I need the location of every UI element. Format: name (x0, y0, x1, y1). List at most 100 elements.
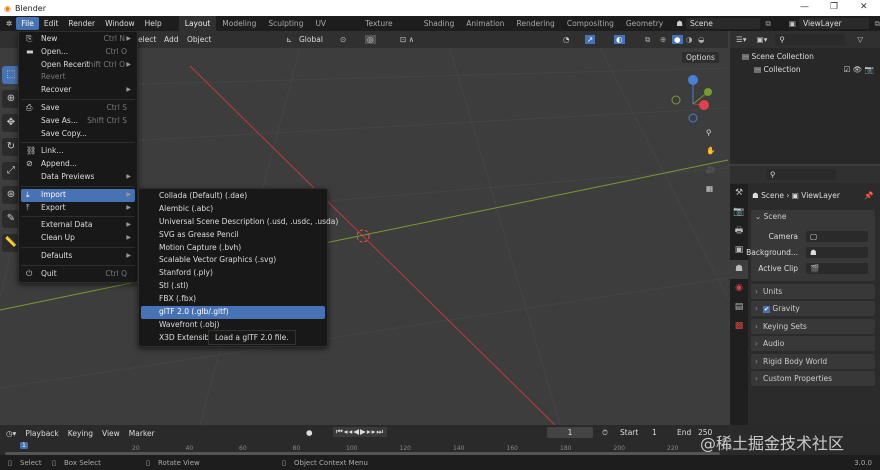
zoom-icon[interactable]: ⚲ (706, 128, 712, 137)
file-menu-item-export[interactable]: ⤒ Export ▶ (21, 202, 135, 215)
file-menu-item-clean-up[interactable]: Clean Up ▶ (21, 232, 135, 245)
output-tab-icon[interactable]: 🖶 (730, 222, 748, 241)
menu-render[interactable]: Render (63, 17, 100, 30)
file-menu-item-revert[interactable]: Revert (21, 71, 135, 84)
import-item[interactable]: Universal Scene Description (.usd, .usdc… (139, 216, 338, 229)
tab-modeling[interactable]: Modeling (216, 16, 262, 31)
collection-tab-icon[interactable]: ▤ (730, 298, 748, 317)
file-menu-item-recover[interactable]: Recover ▶ (21, 84, 135, 97)
filter-icon[interactable]: ▽ (857, 35, 863, 44)
units-panel[interactable]: Units (751, 284, 875, 299)
view-layer-icon[interactable]: ▣ (789, 19, 796, 28)
overlay-toggle-icon[interactable]: ◐ (614, 35, 625, 44)
visibility-icon[interactable]: ◔ (563, 35, 570, 44)
marker-menu[interactable]: Marker (129, 429, 155, 438)
file-menu-item-external-data[interactable]: External Data ▶ (21, 219, 135, 232)
import-item[interactable]: Alembic (.abc) (139, 203, 327, 216)
import-item[interactable]: Stanford (.ply) (139, 267, 327, 280)
outliner-item-scene-collection[interactable]: ▤ Scene Collection (742, 52, 814, 61)
auto-keying-button[interactable]: ● (306, 428, 313, 437)
current-frame-indicator[interactable]: 1 (20, 442, 28, 449)
pivot-icon[interactable]: ⊙ (340, 35, 346, 44)
file-menu-item-defaults[interactable]: Defaults ▶ (21, 250, 135, 263)
import-item[interactable]: SVG as Grease Pencil (139, 229, 327, 242)
shading-solid-icon[interactable]: ● (672, 35, 683, 44)
menu-edit[interactable]: Edit (39, 17, 64, 30)
properties-search[interactable]: ⚲ (766, 169, 836, 180)
active-clip-field[interactable]: 🎬 (806, 263, 868, 274)
file-menu-item-save-copy[interactable]: Save Copy... (21, 128, 135, 141)
camera-field[interactable]: ▢ (806, 231, 868, 242)
audio-panel[interactable]: Audio (751, 336, 875, 351)
camera-view-icon[interactable]: 🎥 (706, 165, 715, 174)
tab-texture-paint[interactable]: Texture Paint (359, 16, 418, 43)
import-item[interactable]: FBX (.fbx) (139, 293, 327, 306)
file-menu-item-import[interactable]: ⤓ Import ▶ (21, 188, 135, 202)
file-menu-item-new[interactable]: ⎘ New Ctrl N ▶ (21, 33, 135, 46)
menu-file[interactable]: File (16, 17, 39, 30)
file-menu-item-open[interactable]: ▬ Open... Ctrl O (21, 46, 135, 59)
current-frame-field[interactable]: 1 (547, 427, 593, 438)
tab-geometry-nodes[interactable]: Geometry Nod (620, 16, 673, 31)
snap-icon[interactable]: ◎ (365, 35, 376, 44)
import-item[interactable]: glTF 2.0 (.glb/.gltf) (141, 306, 325, 319)
visibility-checkbox-icon[interactable]: ☑ 👁 📷 (844, 65, 874, 74)
orientation-dropdown[interactable]: Global (299, 35, 323, 44)
pan-hand-icon[interactable]: ✋ (706, 146, 715, 155)
proportional-edit-icon[interactable]: ⊡ ∧ (400, 35, 414, 44)
gravity-panel[interactable]: ✔ Gravity (751, 301, 875, 316)
texture-tab-icon[interactable]: ▩ (730, 317, 748, 336)
rigid-body-world-panel[interactable]: Rigid Body World (751, 354, 875, 369)
outliner-item-collection[interactable]: ▤ Collection ☑ 👁 📷 (754, 65, 874, 74)
shading-material-icon[interactable]: ◑ (686, 35, 693, 44)
options-dropdown[interactable]: Options (682, 52, 719, 63)
scene-field[interactable]: Scene (686, 18, 760, 29)
maximize-button[interactable]: ❐ (830, 2, 838, 12)
menu-help[interactable]: Help (140, 17, 167, 30)
import-item[interactable]: Scalable Vector Graphics (.svg) (139, 254, 327, 267)
object-menu[interactable]: Object (187, 35, 211, 44)
gizmo-toggle-icon[interactable]: ↗ (585, 35, 596, 44)
blender-menu-icon[interactable]: ✲ (0, 19, 16, 28)
file-menu-item-append[interactable]: ⊘ Append... (21, 158, 135, 171)
background-scene-field[interactable]: ☗ (806, 247, 868, 258)
new-view-layer-icon[interactable]: ⧉ (875, 19, 880, 29)
import-item[interactable]: Motion Capture (.bvh) (139, 242, 327, 255)
start-frame-field[interactable]: 1 (652, 428, 657, 437)
display-mode-icon[interactable]: ☰▾ (736, 35, 747, 44)
tab-shading[interactable]: Shading (418, 16, 460, 31)
file-menu-item-quit[interactable]: ⏻ Quit Ctrl Q (21, 268, 135, 281)
add-menu[interactable]: Add (164, 35, 179, 44)
view-layer-field[interactable]: ViewLayer (798, 18, 869, 29)
import-item[interactable]: Stl (.stl) (139, 280, 327, 293)
playback-controls[interactable]: ⏮◂◂◀▶▸▸⏭ (333, 427, 388, 437)
tab-uv-editing[interactable]: UV Editing (309, 16, 359, 43)
scene-icon[interactable]: ☗ (676, 19, 683, 28)
world-tab-icon[interactable]: ◉ (730, 279, 748, 298)
outliner-search[interactable]: ⚲ (775, 34, 846, 45)
file-menu-item-link[interactable]: ⛓ Link... (21, 145, 135, 158)
import-item[interactable]: Collada (Default) (.dae) (139, 190, 327, 203)
render-tab-icon[interactable]: 📷 (730, 203, 748, 222)
editor-type-icon[interactable]: ◷▾ (6, 429, 16, 438)
shading-rendered-icon[interactable]: ◒ (698, 35, 705, 44)
file-menu-item-save-as[interactable]: Save As... Shift Ctrl S (21, 115, 135, 128)
scene-tab-icon[interactable]: ☗ (730, 260, 748, 279)
keying-menu[interactable]: Keying (68, 429, 93, 438)
new-scene-icon[interactable]: ⧉ (766, 19, 771, 29)
scene-panel-header[interactable]: ⌄ Scene (751, 210, 875, 221)
file-menu-item-open-recent[interactable]: Open Recent Shift Ctrl O ▶ (21, 59, 135, 72)
file-menu-item-save[interactable]: ⎙ Save Ctrl S (21, 102, 135, 115)
perspective-icon[interactable]: ▦ (706, 184, 713, 193)
filter-view-icon[interactable]: ▣▾ (757, 35, 768, 44)
close-button[interactable]: ✕ (860, 2, 868, 12)
tab-compositing[interactable]: Compositing (561, 16, 620, 31)
tab-layout[interactable]: Layout (178, 16, 217, 31)
keying-sets-panel[interactable]: Keying Sets (751, 319, 875, 334)
minimize-button[interactable]: — (800, 2, 809, 12)
shading-wireframe-icon[interactable]: ⊕ (660, 35, 666, 44)
custom-properties-panel[interactable]: Custom Properties (751, 371, 875, 386)
xray-icon[interactable]: ⧉ (645, 35, 650, 45)
view-menu[interactable]: View (102, 429, 120, 438)
tab-sculpting[interactable]: Sculpting (262, 16, 309, 31)
